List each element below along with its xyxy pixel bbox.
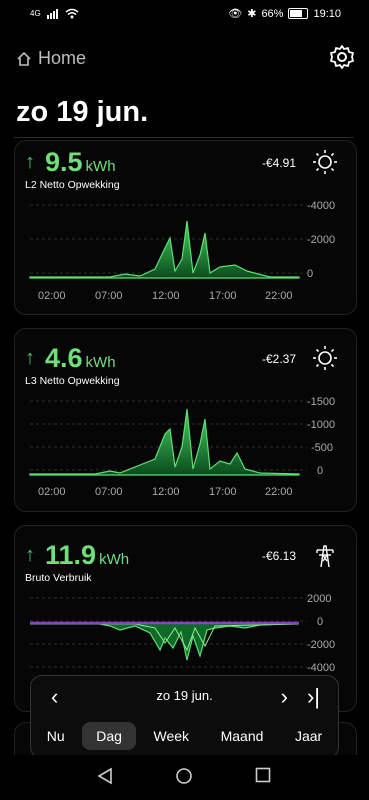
y-tick: -500 xyxy=(311,442,333,454)
x-tick: 07:00 xyxy=(95,486,123,498)
recents-icon[interactable] xyxy=(255,767,271,783)
energy-value: 9.5 kWh xyxy=(45,147,116,178)
x-tick: 02:00 xyxy=(38,486,66,498)
x-tick: 17:00 xyxy=(209,290,237,302)
x-tick: 22:00 xyxy=(265,486,293,498)
cost-value: -€2.37 xyxy=(261,352,296,366)
battery-percent: 66% xyxy=(261,7,284,20)
y-tick: -1000 xyxy=(307,419,335,431)
y-tick: 2000 xyxy=(307,593,331,605)
card-label: Bruto Verbruik xyxy=(25,572,92,584)
sun-icon xyxy=(313,346,337,370)
x-tick: 07:00 xyxy=(95,290,123,302)
tab-nu[interactable]: Nu xyxy=(33,722,79,750)
y-tick: 0 xyxy=(317,465,323,477)
gear-icon[interactable] xyxy=(329,44,355,70)
tab-week[interactable]: Week xyxy=(140,722,204,750)
y-tick: 0 xyxy=(307,268,313,280)
value-unit: kWh xyxy=(99,551,130,568)
x-tick: 12:00 xyxy=(152,486,180,498)
y-tick: -4000 xyxy=(307,200,335,212)
arrow-up-icon: ↑ xyxy=(25,347,35,369)
clock: 19:10 xyxy=(313,7,341,20)
x-tick: 12:00 xyxy=(152,290,180,302)
wifi-icon xyxy=(65,8,79,19)
y-tick: -2000 xyxy=(307,234,335,246)
x-tick: 22:00 xyxy=(265,290,293,302)
home-button-icon[interactable] xyxy=(175,767,193,785)
card-l2[interactable]: ↑ 9.5 kWh L2 Netto Opwekking -€4.91 -4000… xyxy=(14,140,357,315)
y-tick: -4000 xyxy=(307,662,335,674)
home-icon xyxy=(17,51,31,66)
chart-l2: -4000 -2000 0 02:00 07:00 12:00 17:00 22… xyxy=(29,200,335,302)
bluetooth-icon: ✱ xyxy=(247,8,257,20)
y-tick: -1500 xyxy=(307,396,335,408)
value-number: 4.6 xyxy=(45,343,83,373)
page-title: Home xyxy=(38,48,87,68)
tab-jaar[interactable]: Jaar xyxy=(281,722,336,750)
card-label: L3 Netto Opwekking xyxy=(25,375,120,387)
status-bar: 4G 👁 ✱ 66% 19:10 xyxy=(0,0,369,28)
card-l3[interactable]: ↑ 4.6 kWh L3 Netto Opwekking -€2.37 -1500… xyxy=(14,328,357,512)
value-number: 11.9 xyxy=(45,540,97,570)
sun-icon xyxy=(313,150,337,174)
signal-icon xyxy=(46,8,58,19)
skip-end-icon[interactable]: ›| xyxy=(307,684,320,710)
value-number: 9.5 xyxy=(45,147,83,177)
arrow-up-icon: ↑ xyxy=(25,544,35,566)
energy-value: 4.6 kWh xyxy=(45,343,116,374)
battery-icon xyxy=(288,8,309,19)
signal-label: 4G xyxy=(30,9,41,18)
y-tick: -2000 xyxy=(307,639,335,651)
cost-value: -€6.13 xyxy=(261,549,296,563)
x-tick: 17:00 xyxy=(209,486,237,498)
divider xyxy=(14,137,354,138)
chart-l3: -1500 -1000 -500 0 02:00 07:00 12:00 17:… xyxy=(29,396,335,498)
date-heading: zo 19 jun. xyxy=(16,96,149,128)
current-date: zo 19 jun. xyxy=(156,688,213,703)
home-link[interactable]: Home xyxy=(16,48,86,69)
date-navigator: ‹ zo 19 jun. › ›| Nu Dag Week Maand Jaar xyxy=(30,675,339,759)
chevron-right-icon[interactable]: › xyxy=(281,684,288,710)
arrow-up-icon: ↑ xyxy=(25,151,35,173)
energy-value: 11.9 kWh xyxy=(45,540,129,571)
tab-maand[interactable]: Maand xyxy=(207,722,278,750)
value-unit: kWh xyxy=(85,158,116,175)
value-unit: kWh xyxy=(85,354,116,371)
y-tick: 0 xyxy=(317,616,323,628)
tab-dag[interactable]: Dag xyxy=(82,722,136,750)
eye-icon: 👁 xyxy=(228,8,243,20)
period-tabs: Nu Dag Week Maand Jaar xyxy=(31,722,338,750)
cost-value: -€4.91 xyxy=(261,156,296,170)
x-tick: 02:00 xyxy=(38,290,66,302)
back-icon[interactable] xyxy=(96,767,114,785)
system-nav-bar xyxy=(0,755,369,800)
power-tower-icon xyxy=(316,545,334,568)
card-label: L2 Netto Opwekking xyxy=(25,179,120,191)
